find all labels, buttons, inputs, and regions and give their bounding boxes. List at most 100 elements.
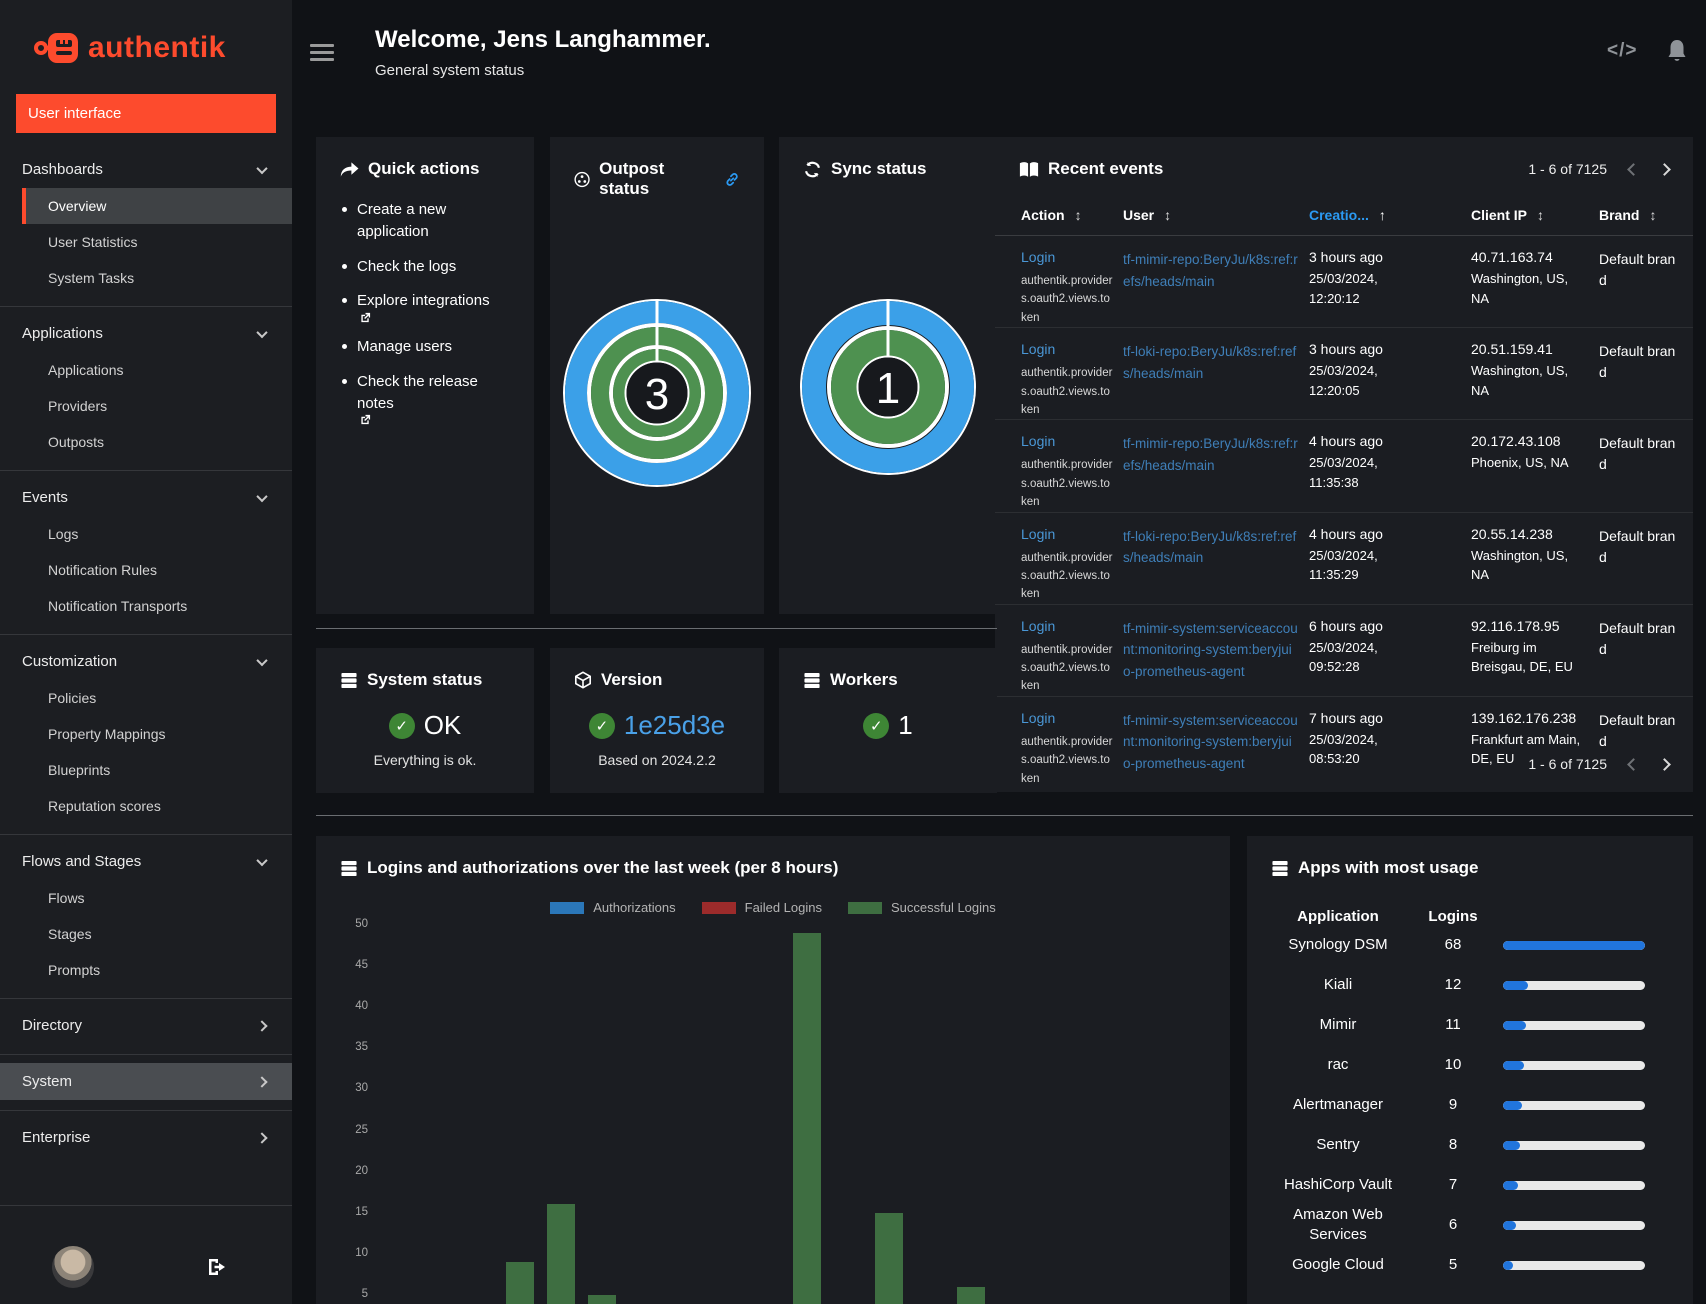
sync-icon bbox=[804, 161, 821, 177]
system-status-card: System status ✓ OK Everything is ok. bbox=[316, 648, 534, 793]
event-action-detail: authentik.providers.oauth2.views.token bbox=[1021, 367, 1113, 416]
page-prev-icon[interactable] bbox=[1627, 757, 1640, 771]
event-timestamp: 25/03/2024, 12:20:05 bbox=[1309, 363, 1378, 398]
sidebar-item-property-mappings[interactable]: Property Mappings bbox=[22, 716, 292, 752]
apps-row-kiali: Kiali 12 bbox=[1247, 965, 1693, 1005]
event-timestamp: 25/03/2024, 08:53:20 bbox=[1309, 731, 1378, 767]
column-header-action[interactable]: Action ↕ bbox=[1021, 207, 1113, 223]
column-header-client-ip[interactable]: Client IP ↕ bbox=[1471, 207, 1589, 223]
event-action-link[interactable]: Login bbox=[1021, 618, 1055, 634]
sidebar-item-user-statistics[interactable]: User Statistics bbox=[22, 224, 292, 260]
sidebar-item-notification-transports[interactable]: Notification Transports bbox=[22, 588, 292, 624]
event-location: Washington, US, NA bbox=[1471, 271, 1569, 306]
bullet-icon bbox=[342, 207, 347, 212]
event-action-link[interactable]: Login bbox=[1021, 526, 1055, 542]
outpost-status-card: Outpost status 3 bbox=[550, 137, 764, 614]
column-header-user[interactable]: User ↕ bbox=[1123, 207, 1299, 223]
sidebar-nav: Dashboards Overview User Statistics System … bbox=[0, 143, 292, 1166]
event-user-link[interactable]: tf-mimir-repo:BeryJu/k8s:ref:refs/heads/… bbox=[1123, 433, 1299, 476]
sidebar-item-policies[interactable]: Policies bbox=[22, 680, 292, 716]
sidebar-item-stages[interactable]: Stages bbox=[22, 916, 292, 952]
page-prev-icon[interactable] bbox=[1627, 162, 1640, 176]
event-action-link[interactable]: Login bbox=[1021, 433, 1055, 449]
bullet-icon bbox=[342, 298, 347, 304]
event-action-link[interactable]: Login bbox=[1021, 341, 1055, 357]
chart-legend: Authorizations Failed Logins Successful Lo… bbox=[316, 900, 1230, 915]
sidebar-item-outposts[interactable]: Outposts bbox=[22, 424, 292, 460]
sidebar-item-flows[interactable]: Flows bbox=[22, 880, 292, 916]
app-name: Kiali bbox=[1323, 975, 1353, 993]
sidebar-item-blueprints[interactable]: Blueprints bbox=[22, 752, 292, 788]
workers-title: Workers bbox=[830, 670, 898, 689]
event-user-link[interactable]: tf-loki-repo:BeryJu/k8s:ref:refs/heads/m… bbox=[1123, 526, 1299, 569]
menu-toggle-icon[interactable] bbox=[310, 44, 334, 65]
chevron-down-icon bbox=[256, 326, 268, 338]
quick-actions-title: Quick actions bbox=[368, 159, 480, 178]
sidebar-item-applications[interactable]: Applications bbox=[22, 352, 292, 388]
event-user-link[interactable]: tf-loki-repo:BeryJu/k8s:ref:refs/heads/m… bbox=[1123, 341, 1299, 384]
column-header-brand[interactable]: Brand ↕ bbox=[1599, 207, 1683, 223]
sidebar-item-events[interactable]: Events bbox=[0, 479, 292, 516]
sidebar-section-label: System bbox=[22, 1073, 73, 1090]
app-name: Alertmanager bbox=[1292, 1095, 1384, 1113]
quick-action-check-the-logs[interactable]: Check the logs bbox=[342, 256, 516, 278]
version-value[interactable]: 1e25d3e bbox=[624, 710, 725, 741]
event-user-link[interactable]: tf-mimir-system:serviceaccount:monitorin… bbox=[1123, 618, 1299, 683]
usage-bar-track bbox=[1503, 1180, 1645, 1190]
sidebar-item-prompts[interactable]: Prompts bbox=[22, 952, 292, 988]
sidebar-item-overview[interactable]: Overview bbox=[22, 188, 292, 224]
sidebar-item-directory[interactable]: Directory bbox=[0, 1007, 292, 1044]
sidebar-item-logs[interactable]: Logs bbox=[22, 516, 292, 552]
notifications-bell-icon[interactable] bbox=[1665, 38, 1689, 64]
divider bbox=[316, 628, 997, 629]
event-time-ago: 3 hours ago bbox=[1309, 341, 1383, 358]
check-circle-icon: ✓ bbox=[388, 712, 415, 739]
app-name: HashiCorp Vault bbox=[1283, 1175, 1393, 1193]
app-login-count: 8 bbox=[1448, 1135, 1458, 1153]
quick-action-create-a-new-application[interactable]: Create a new application bbox=[342, 199, 516, 243]
link-icon[interactable] bbox=[724, 170, 740, 189]
event-action-link[interactable]: Login bbox=[1021, 249, 1055, 265]
user-interface-button[interactable]: User interface bbox=[16, 94, 276, 133]
logout-icon[interactable] bbox=[206, 1256, 228, 1278]
api-code-icon[interactable]: </> bbox=[1607, 40, 1637, 62]
event-user-link[interactable]: tf-mimir-system:serviceaccount:monitorin… bbox=[1123, 710, 1299, 775]
sync-count: 1 bbox=[876, 364, 900, 413]
page-next-icon[interactable] bbox=[1658, 757, 1671, 771]
event-client-ip: 20.51.159.41 bbox=[1471, 341, 1553, 358]
nav-section-directory: Directory bbox=[0, 998, 292, 1054]
sidebar-item-notification-rules[interactable]: Notification Rules bbox=[22, 552, 292, 588]
sidebar-item-enterprise[interactable]: Enterprise bbox=[0, 1119, 292, 1156]
sidebar-item-system[interactable]: System bbox=[0, 1063, 292, 1100]
quick-action-explore-integrations[interactable]: Explore integrations bbox=[342, 290, 516, 323]
sidebar-item-dashboards[interactable]: Dashboards bbox=[0, 151, 292, 188]
table-row: Login authentik.providers.oauth2.views.to… bbox=[995, 236, 1693, 327]
column-header-creatio[interactable]: Creatio... ↑ bbox=[1309, 207, 1461, 223]
bullet-icon bbox=[342, 344, 347, 349]
pagination-label: 1 - 6 of 7125 bbox=[1528, 161, 1607, 177]
version-title: Version bbox=[601, 670, 663, 689]
outpost-icon bbox=[574, 171, 590, 187]
event-time-ago: 4 hours ago bbox=[1309, 433, 1383, 450]
apps-col-application: Application bbox=[1297, 908, 1379, 925]
usage-bar-fill bbox=[1503, 1261, 1513, 1270]
legend-swatch bbox=[550, 901, 585, 914]
check-circle-icon: ✓ bbox=[588, 712, 615, 739]
quick-action-manage-users[interactable]: Manage users bbox=[342, 336, 516, 358]
event-action-link[interactable]: Login bbox=[1021, 710, 1055, 726]
outpost-status-title: Outpost status bbox=[599, 159, 665, 198]
sidebar-item-applications[interactable]: Applications bbox=[0, 315, 292, 352]
sidebar-item-providers[interactable]: Providers bbox=[22, 388, 292, 424]
table-row: Login authentik.providers.oauth2.views.to… bbox=[995, 327, 1693, 419]
sidebar-item-reputation-scores[interactable]: Reputation scores bbox=[22, 788, 292, 824]
page-next-icon[interactable] bbox=[1658, 162, 1671, 176]
app-login-count: 5 bbox=[1448, 1256, 1458, 1274]
sidebar-item-system-tasks[interactable]: System Tasks bbox=[22, 260, 292, 296]
sidebar-item-customization[interactable]: Customization bbox=[0, 643, 292, 680]
avatar[interactable] bbox=[52, 1246, 94, 1288]
sidebar-item-flows-and-stages[interactable]: Flows and Stages bbox=[0, 843, 292, 880]
quick-action-check-the-release-notes[interactable]: Check the release notes bbox=[342, 371, 516, 426]
y-tick-label: 30 bbox=[355, 1082, 368, 1095]
column-label: User bbox=[1123, 207, 1155, 223]
event-user-link[interactable]: tf-mimir-repo:BeryJu/k8s:ref:refs/heads/… bbox=[1123, 249, 1299, 292]
